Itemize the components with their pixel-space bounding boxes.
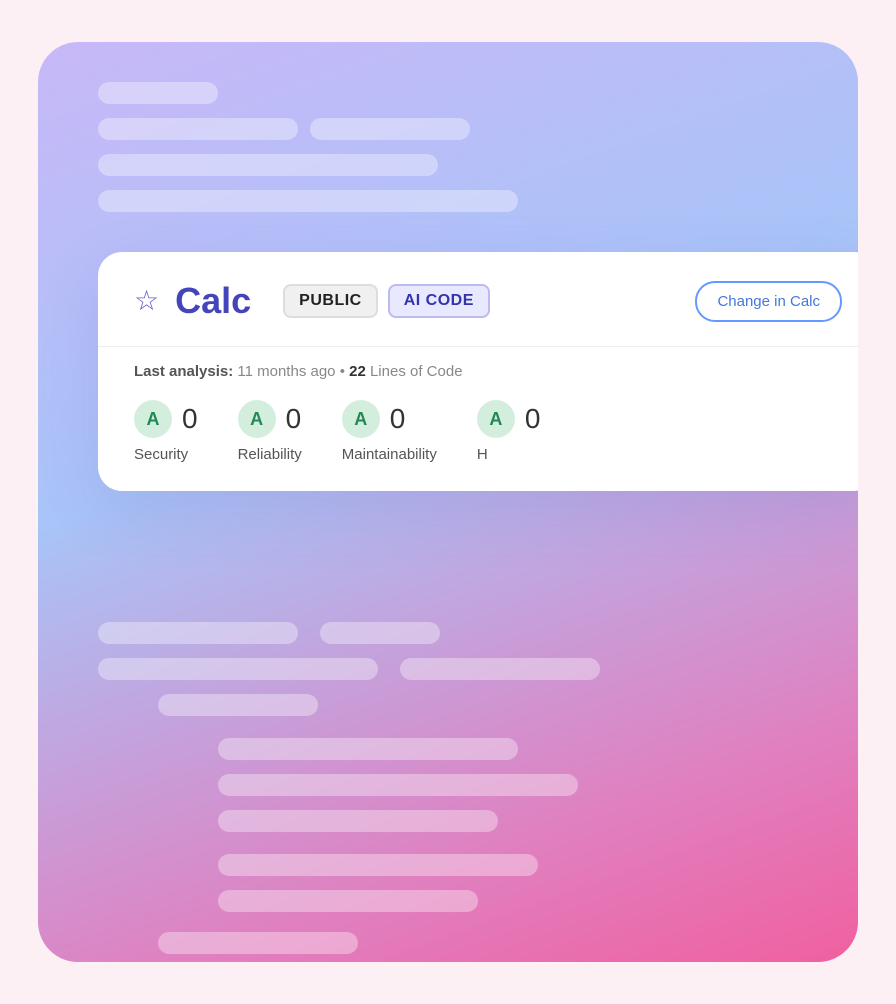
bg-line: [320, 622, 440, 644]
bg-line: [98, 82, 218, 104]
change-in-calc-button[interactable]: Change in Calc: [695, 281, 842, 322]
metric-reliability-score-row: A 0: [238, 400, 302, 438]
bg-lines-top: [38, 42, 858, 282]
maintainability-grade-badge: A: [342, 400, 380, 438]
bg-line: [218, 738, 518, 760]
card-meta: Last analysis: 11 months ago • 22 Lines …: [98, 346, 858, 491]
lines-of-code-label: Lines of Code: [370, 363, 463, 380]
bg-line: [158, 932, 358, 954]
metric-maintainability: A 0 Maintainability: [342, 400, 437, 463]
bg-line: [310, 118, 470, 140]
bg-line: [98, 658, 378, 680]
bg-line: [400, 658, 600, 680]
security-label: Security: [134, 446, 188, 463]
metric-h: A 0 H: [477, 400, 541, 463]
badges-row: PUBLIC AI CODE: [283, 284, 490, 318]
maintainability-score: 0: [390, 403, 406, 435]
bg-line: [218, 854, 538, 876]
separator: •: [340, 363, 349, 380]
metric-reliability: A 0 Reliability: [238, 400, 302, 463]
bg-line: [158, 694, 318, 716]
outer-container: ☆ Calc PUBLIC AI CODE Change in Calc Las…: [38, 42, 858, 962]
h-grade-badge: A: [477, 400, 515, 438]
star-icon: ☆: [134, 287, 159, 315]
bg-line: [218, 810, 498, 832]
main-card: ☆ Calc PUBLIC AI CODE Change in Calc Las…: [98, 252, 858, 491]
reliability-grade-badge: A: [238, 400, 276, 438]
metric-security: A 0 Security: [134, 400, 198, 463]
metrics-row: A 0 Security A 0 Reliability A 0: [134, 400, 842, 463]
metric-security-score-row: A 0: [134, 400, 198, 438]
metric-maintainability-score-row: A 0: [342, 400, 406, 438]
bg-line: [218, 890, 478, 912]
last-analysis: Last analysis: 11 months ago • 22 Lines …: [134, 363, 842, 380]
metric-h-score-row: A 0: [477, 400, 541, 438]
maintainability-label: Maintainability: [342, 446, 437, 463]
card-top: ☆ Calc PUBLIC AI CODE Change in Calc: [98, 252, 858, 346]
ai-code-badge: AI CODE: [388, 284, 490, 318]
h-score: 0: [525, 403, 541, 435]
bg-line: [98, 622, 298, 644]
bg-line: [98, 118, 298, 140]
security-score: 0: [182, 403, 198, 435]
lines-count: 22: [349, 363, 366, 380]
public-badge: PUBLIC: [283, 284, 378, 318]
bg-lines-bottom: [38, 582, 858, 962]
last-analysis-label: Last analysis:: [134, 363, 233, 380]
reliability-score: 0: [286, 403, 302, 435]
bg-line: [98, 190, 518, 212]
last-analysis-time: 11 months ago: [237, 363, 335, 380]
bg-line: [98, 154, 438, 176]
reliability-label: Reliability: [238, 446, 302, 463]
h-label: H: [477, 446, 488, 463]
bg-line: [218, 774, 578, 796]
project-title: Calc: [175, 280, 251, 322]
security-grade-badge: A: [134, 400, 172, 438]
